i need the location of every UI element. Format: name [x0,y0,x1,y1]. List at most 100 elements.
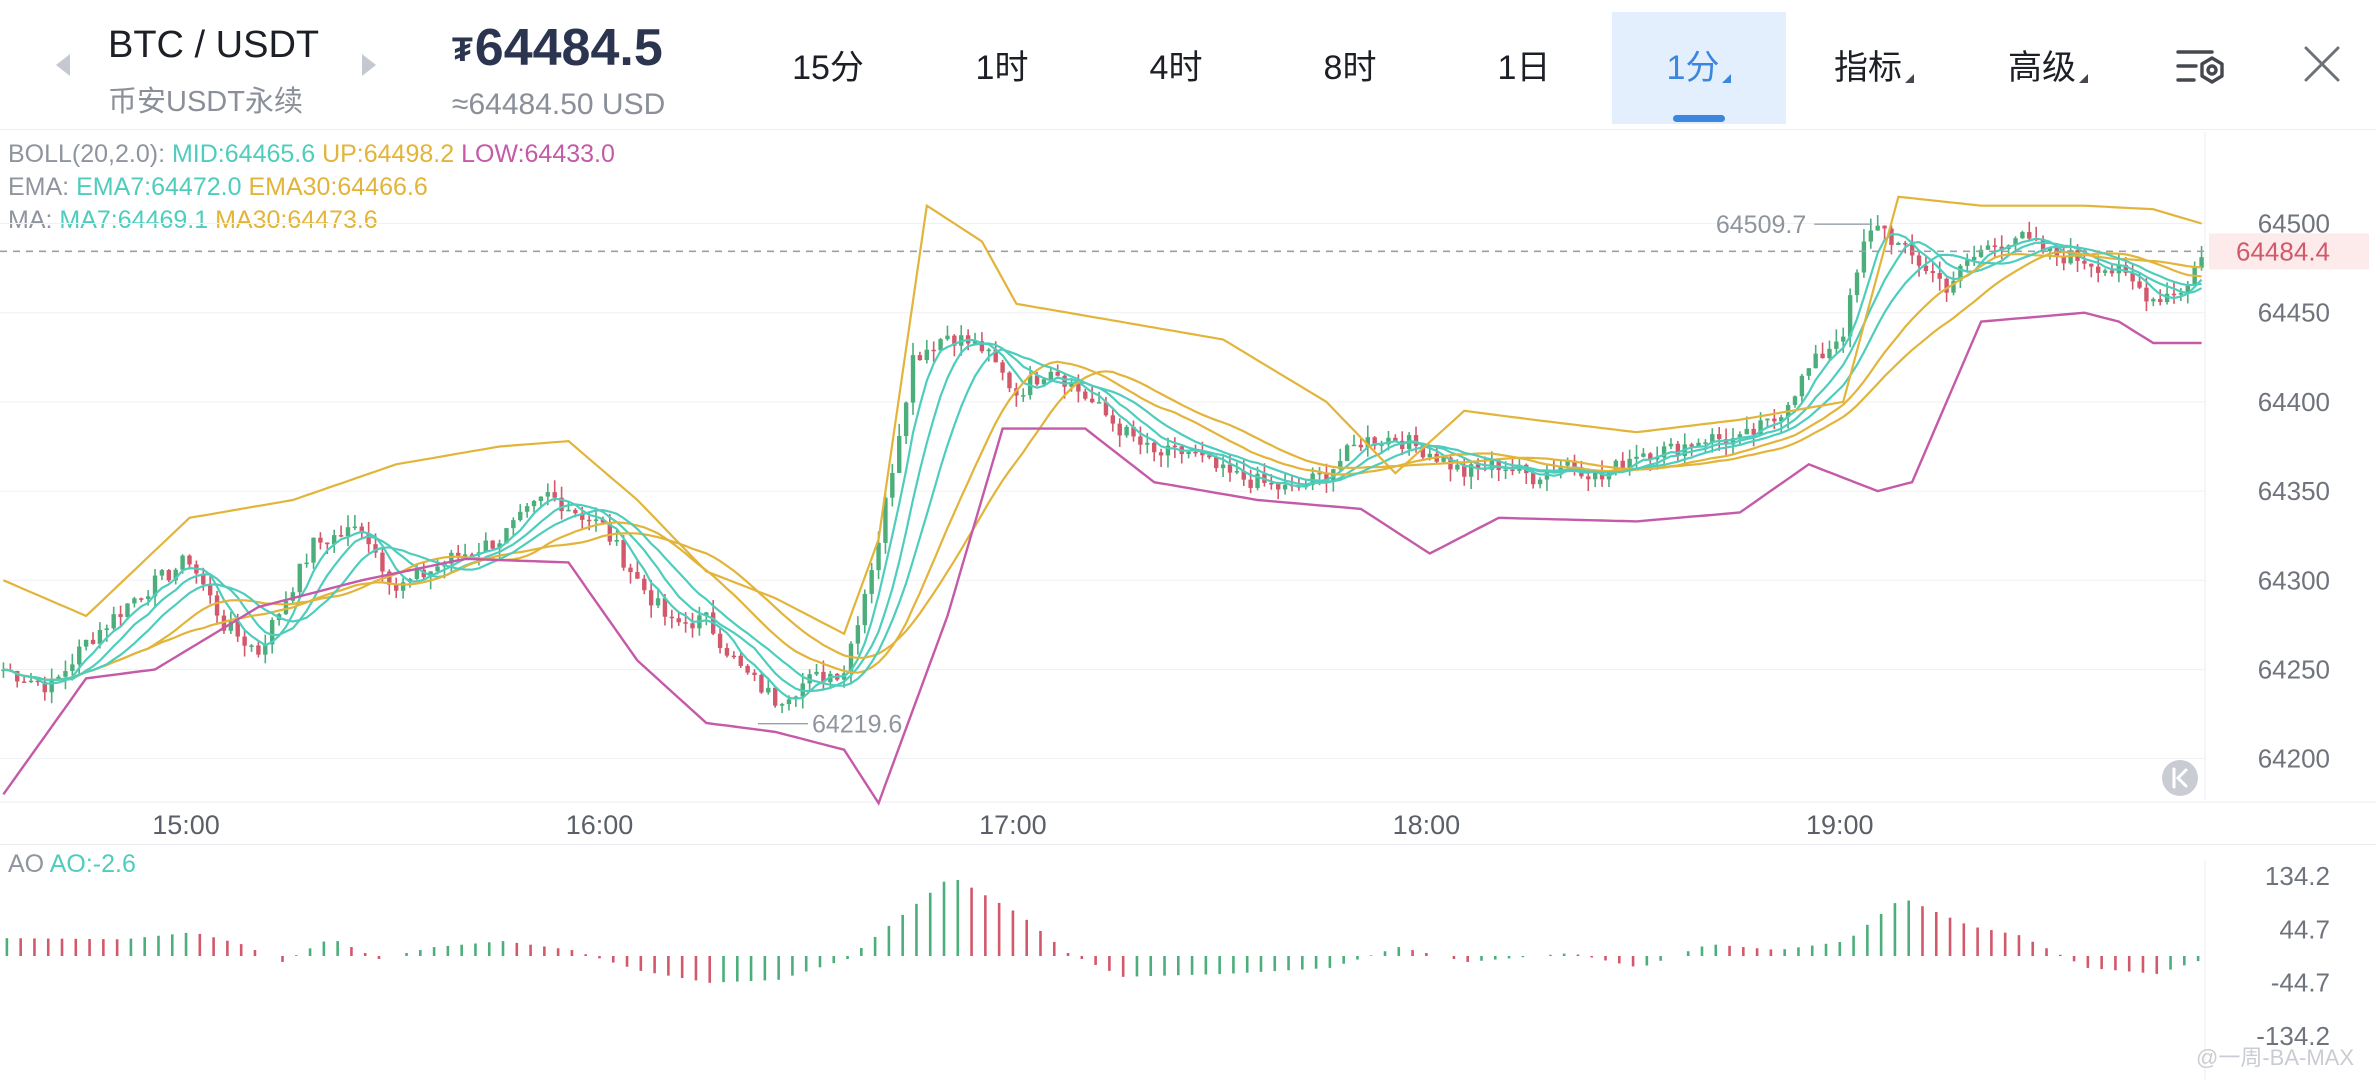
scroll-to-latest-icon[interactable] [2162,760,2198,796]
close-icon[interactable] [2302,44,2342,84]
candle-body [1158,452,1164,456]
candle-body [207,584,213,596]
candle-body [745,665,750,673]
candle-body [21,681,27,683]
high-annotation: 64509.7 [1716,211,1806,239]
tab-1m[interactable]: 1分 [1612,12,1786,124]
tab-label: 1分 [1666,49,1720,87]
candle-body [1744,428,1749,435]
candle-body [1586,476,1591,480]
candle-body [1503,469,1508,472]
y-tick-label: 64400 [2258,387,2330,417]
candle-body [490,540,495,549]
price-chart[interactable]: 6450064450644006435064300642506420015:00… [0,132,2376,844]
ma30-line [3,252,2202,682]
ao-y-tick-label: -44.7 [2271,968,2330,998]
tab-advanced[interactable]: 高级 [1986,12,2110,124]
candle-body [2027,232,2032,239]
candle-body [1875,225,1880,231]
candle-body [1806,368,1811,376]
candle-body [159,570,165,576]
candle-body [752,672,757,675]
candle-body [283,600,289,615]
candle-body [249,645,254,647]
candle-body [1634,456,1639,459]
candle-body [139,598,144,600]
ao-y-tick-label: 44.7 [2279,914,2330,944]
tab-8h[interactable]: 8时 [1292,12,1408,124]
tab-label: 4时 [1149,49,1203,87]
candle-body [917,355,923,361]
candle-body [648,590,654,606]
tab-1h[interactable]: 1时 [944,12,1060,124]
tab-4h[interactable]: 4时 [1118,12,1234,124]
candle-body [786,699,792,705]
price-value: 64484.5 [474,19,663,77]
prev-symbol-icon[interactable] [56,54,70,76]
candle-body [1641,453,1646,457]
candle-body [724,647,730,656]
candle-body [1083,391,1088,399]
candle-body [766,687,771,693]
tab-label: 高级 [2008,49,2076,87]
dropdown-corner-icon [1905,74,1914,83]
candle-body [628,567,633,573]
candle-body [297,563,302,593]
candle-body [683,622,688,624]
pair-name[interactable]: BTC / USDT [108,24,319,67]
x-tick-label: 19:00 [1806,810,1874,840]
candle-body [1413,435,1419,446]
settings-list-icon[interactable] [2174,44,2230,92]
tab-15m[interactable]: 15分 [770,12,886,124]
candle-body [118,614,123,617]
candle-body [621,540,626,568]
candle-body [869,570,874,594]
candle-body [2020,232,2025,239]
y-tick-label: 64200 [2258,744,2330,774]
candle-body [1668,443,1674,447]
candle-body [1510,469,1515,472]
candle-body [1110,415,1116,424]
candle-body [862,593,867,626]
candle-body [1248,479,1253,488]
candle-body [1172,445,1178,448]
candle-body [352,526,358,529]
candle-body [538,496,544,501]
watermark: @一周-BA-MAX [2196,1045,2355,1070]
candle-body [1916,255,1922,266]
candle-body [890,472,895,498]
ao-chart[interactable]: 134.244.7-44.7-134.2 [0,860,2376,1080]
dropdown-corner-icon [2079,74,2088,83]
candle-body [1765,418,1770,421]
y-tick-label: 64350 [2258,476,2330,506]
ma7-line [3,233,2203,700]
candle-body [345,527,351,537]
y-tick-label: 64250 [2258,654,2330,684]
candle-body [2095,266,2101,273]
tab-1d[interactable]: 1日 [1466,12,1582,124]
tab-indicators[interactable]: 指标 [1812,12,1936,124]
candle-body [1772,418,1777,422]
candle-body [125,603,130,617]
candle-body [1358,444,1364,448]
ema7-line [3,240,2203,693]
candle-body [759,674,764,693]
candle-body [1089,398,1095,403]
candle-body [1351,444,1357,447]
candle-body [655,598,661,606]
candle-body [304,562,309,565]
next-symbol-icon[interactable] [362,54,376,76]
candle-body [1930,271,1936,274]
candle-body [2102,270,2108,273]
candle-body [1117,423,1122,436]
candle-body [2109,270,2115,274]
candle-body [586,519,592,522]
candle-body [1854,272,1860,296]
candle-body [1717,434,1722,440]
candle-body [414,569,420,579]
candle-body [83,639,89,647]
candle-body [1062,375,1067,387]
candle-body [394,584,399,591]
candle-body [1937,273,1942,279]
candle-body [1882,225,1887,229]
